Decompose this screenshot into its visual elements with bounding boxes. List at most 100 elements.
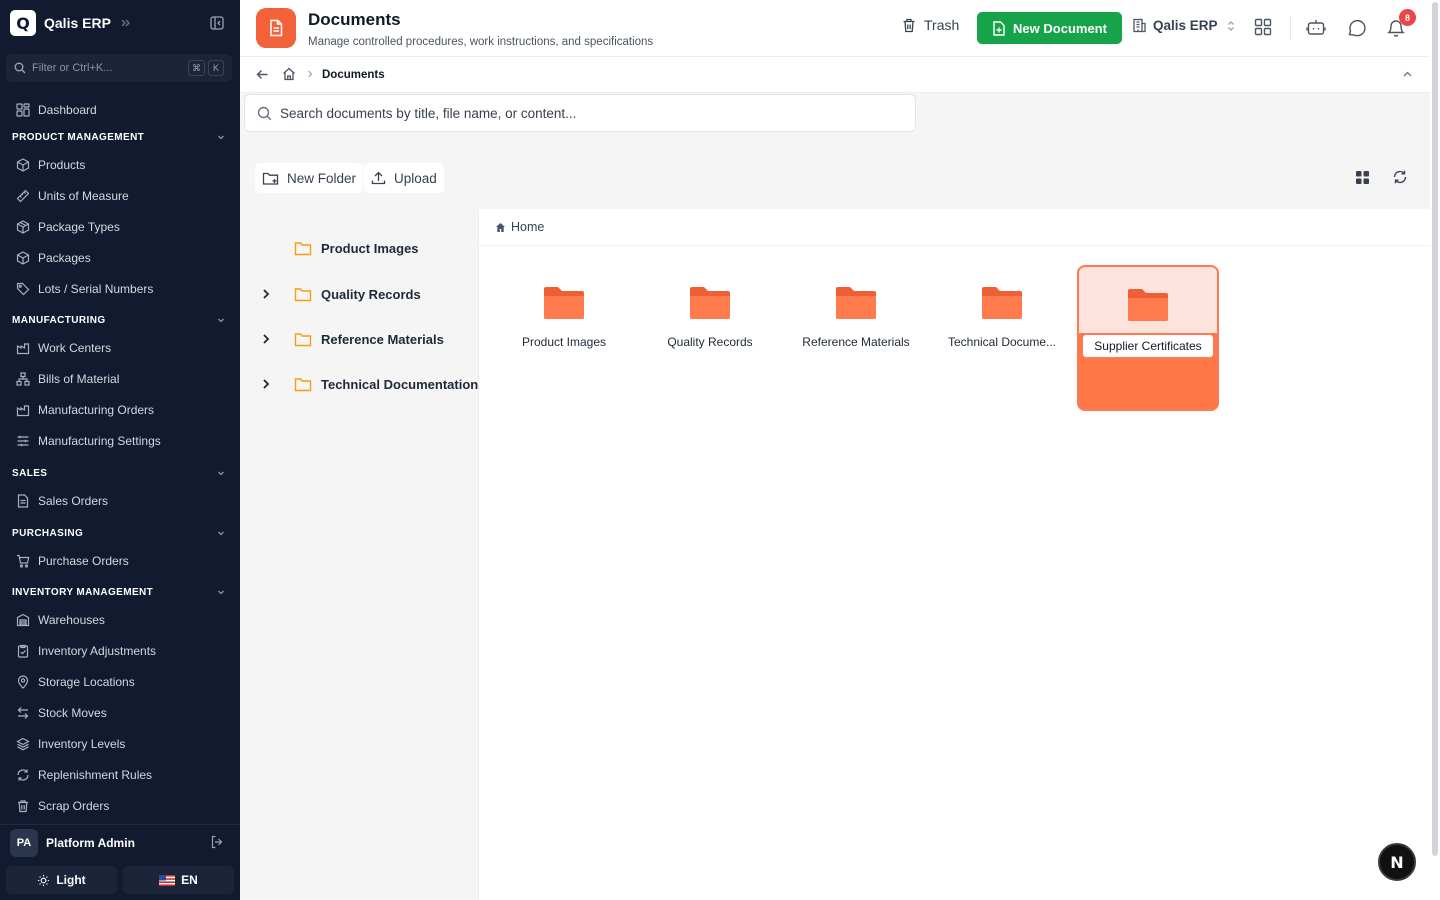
upload-button[interactable]: Upload bbox=[364, 163, 444, 193]
assistant-fab-button[interactable]: N bbox=[1378, 843, 1416, 881]
file-browser-breadcrumb[interactable]: Home bbox=[479, 209, 1431, 246]
folder-icon bbox=[982, 287, 1022, 319]
user-menu[interactable]: PA Platform Admin bbox=[0, 824, 240, 860]
tree-item-quality-records[interactable]: Quality Records bbox=[240, 281, 478, 307]
section-purchasing[interactable]: PURCHASING bbox=[0, 521, 240, 545]
sidebar-item-label: Products bbox=[38, 157, 86, 172]
sidebar-item-units-of-measure[interactable]: Units of Measure bbox=[0, 180, 240, 211]
sidebar-collapse-icon[interactable] bbox=[210, 16, 224, 30]
chevron-down-icon bbox=[218, 318, 224, 323]
tag-icon bbox=[16, 282, 30, 295]
folder-card-product-images[interactable]: Product Images bbox=[494, 277, 634, 377]
folder-icon bbox=[544, 287, 584, 319]
new-folder-button[interactable]: New Folder bbox=[255, 163, 364, 193]
apps-grid-icon[interactable] bbox=[1254, 18, 1272, 36]
sidebar-item-products[interactable]: Products bbox=[0, 149, 240, 180]
bot-icon[interactable] bbox=[1306, 18, 1326, 36]
tree-item-label: Technical Documentation bbox=[321, 376, 479, 392]
new-folder-label: New Folder bbox=[287, 170, 357, 186]
chevron-down-icon bbox=[218, 135, 224, 140]
sidebar-item-stock-moves[interactable]: Stock Moves bbox=[0, 697, 240, 728]
sidebar-item-purchase-orders[interactable]: Purchase Orders bbox=[0, 545, 240, 576]
cart-icon bbox=[17, 554, 30, 568]
header-divider bbox=[1290, 16, 1291, 40]
chevron-down-icon bbox=[218, 590, 224, 595]
sidebar-item-bills-of-material[interactable]: Bills of Material bbox=[0, 363, 240, 394]
breadcrumb-home: Home bbox=[511, 220, 545, 234]
avatar: PA bbox=[10, 828, 38, 857]
home-icon[interactable] bbox=[282, 67, 296, 81]
document-search-input[interactable] bbox=[280, 105, 915, 121]
sidebar-item-label: Work Centers bbox=[38, 340, 112, 355]
sidebar-item-manufacturing-orders[interactable]: Manufacturing Orders bbox=[0, 394, 240, 425]
map-pin-icon bbox=[17, 674, 29, 689]
arrows-exchange-icon bbox=[17, 706, 29, 719]
section-manufacturing[interactable]: MANUFACTURING bbox=[0, 308, 240, 332]
section-inventory-management[interactable]: INVENTORY MANAGEMENT bbox=[0, 580, 240, 604]
sidebar-filter[interactable]: ⌘ K bbox=[6, 54, 232, 82]
sidebar-item-label: Storage Locations bbox=[38, 674, 135, 689]
sidebar-item-manufacturing-settings[interactable]: Manufacturing Settings bbox=[0, 425, 240, 456]
sidebar-item-replenishment-rules[interactable]: Replenishment Rules bbox=[0, 759, 240, 790]
refresh-button[interactable] bbox=[1384, 162, 1416, 192]
sidebar-item-label: Stock Moves bbox=[38, 705, 107, 720]
chat-icon[interactable] bbox=[1346, 18, 1366, 38]
sidebar-item-inventory-adjustments[interactable]: Inventory Adjustments bbox=[0, 635, 240, 666]
sidebar-item-package-types[interactable]: Package Types bbox=[0, 211, 240, 242]
folder-card-reference-materials[interactable]: Reference Materials bbox=[786, 277, 926, 377]
tree-item-technical-documentation[interactable]: Technical Documentation bbox=[240, 371, 478, 397]
chevron-right-icon[interactable] bbox=[260, 333, 272, 345]
folder-card-technical-documentation[interactable]: Technical Docume... bbox=[932, 277, 1072, 377]
sidebar-item-warehouses[interactable]: Warehouses bbox=[0, 604, 240, 635]
section-title: PRODUCT MANAGEMENT bbox=[12, 131, 145, 143]
sidebar-item-dashboard[interactable]: Dashboard bbox=[0, 94, 240, 125]
building-icon bbox=[1133, 18, 1146, 33]
scrollbar-thumb[interactable] bbox=[1432, 2, 1438, 856]
section-sales[interactable]: SALES bbox=[0, 461, 240, 485]
tree-item-label: Quality Records bbox=[321, 286, 421, 302]
new-document-button[interactable]: New Document bbox=[977, 12, 1122, 44]
chevron-up-icon[interactable] bbox=[1402, 69, 1413, 80]
language-button[interactable]: EN bbox=[123, 866, 234, 894]
organization-switcher[interactable]: Qalis ERP bbox=[1132, 18, 1242, 33]
tree-item-product-images[interactable]: Product Images bbox=[240, 235, 478, 261]
folder-icon bbox=[690, 287, 730, 319]
package-icon bbox=[16, 219, 30, 234]
sidebar-item-label: Inventory Levels bbox=[38, 736, 126, 751]
sidebar-filter-input[interactable] bbox=[32, 62, 185, 74]
page-title: Documents bbox=[308, 10, 401, 29]
sidebar-item-storage-locations[interactable]: Storage Locations bbox=[0, 666, 240, 697]
chevron-down-icon bbox=[218, 471, 224, 476]
sidebar-item-scrap-orders[interactable]: Scrap Orders bbox=[0, 790, 240, 821]
warehouse-icon bbox=[16, 613, 30, 626]
factory-icon bbox=[16, 404, 30, 416]
chevron-right-icon[interactable] bbox=[260, 378, 272, 390]
package-icon bbox=[16, 250, 30, 265]
ruler-icon bbox=[16, 189, 30, 202]
sidebar-item-inventory-levels[interactable]: Inventory Levels bbox=[0, 728, 240, 759]
grid-view-button[interactable] bbox=[1346, 162, 1378, 192]
refresh-icon bbox=[1393, 170, 1407, 184]
chevron-right-icon[interactable] bbox=[260, 288, 272, 300]
sidebar-item-label: Warehouses bbox=[38, 612, 105, 627]
document-search[interactable] bbox=[244, 94, 916, 132]
theme-toggle-button[interactable]: Light bbox=[6, 866, 117, 894]
folder-card-label: Product Images bbox=[521, 335, 607, 349]
breadcrumb-current: Documents bbox=[322, 69, 385, 81]
sidebar-item-sales-orders[interactable]: Sales Orders bbox=[0, 485, 240, 516]
chevron-right-icon bbox=[308, 70, 313, 78]
arrow-left-icon[interactable] bbox=[256, 68, 269, 81]
tree-item-reference-materials[interactable]: Reference Materials bbox=[240, 326, 478, 352]
logout-icon[interactable] bbox=[210, 835, 224, 849]
sidebar-item-packages[interactable]: Packages bbox=[0, 242, 240, 273]
folder-card-quality-records[interactable]: Quality Records bbox=[640, 277, 780, 377]
sidebar-item-work-centers[interactable]: Work Centers bbox=[0, 332, 240, 363]
sidebar-item-label: Lots / Serial Numbers bbox=[38, 281, 154, 296]
folder-card-renaming[interactable] bbox=[1077, 265, 1219, 411]
sidebar-item-lots-serial-numbers[interactable]: Lots / Serial Numbers bbox=[0, 273, 240, 304]
section-product-management[interactable]: PRODUCT MANAGEMENT bbox=[0, 125, 240, 149]
trash-button[interactable]: Trash bbox=[902, 17, 959, 33]
dashboard-icon bbox=[16, 102, 30, 117]
brand-switcher[interactable]: Q Qalis ERP bbox=[10, 10, 131, 36]
folder-rename-input[interactable] bbox=[1081, 333, 1215, 359]
